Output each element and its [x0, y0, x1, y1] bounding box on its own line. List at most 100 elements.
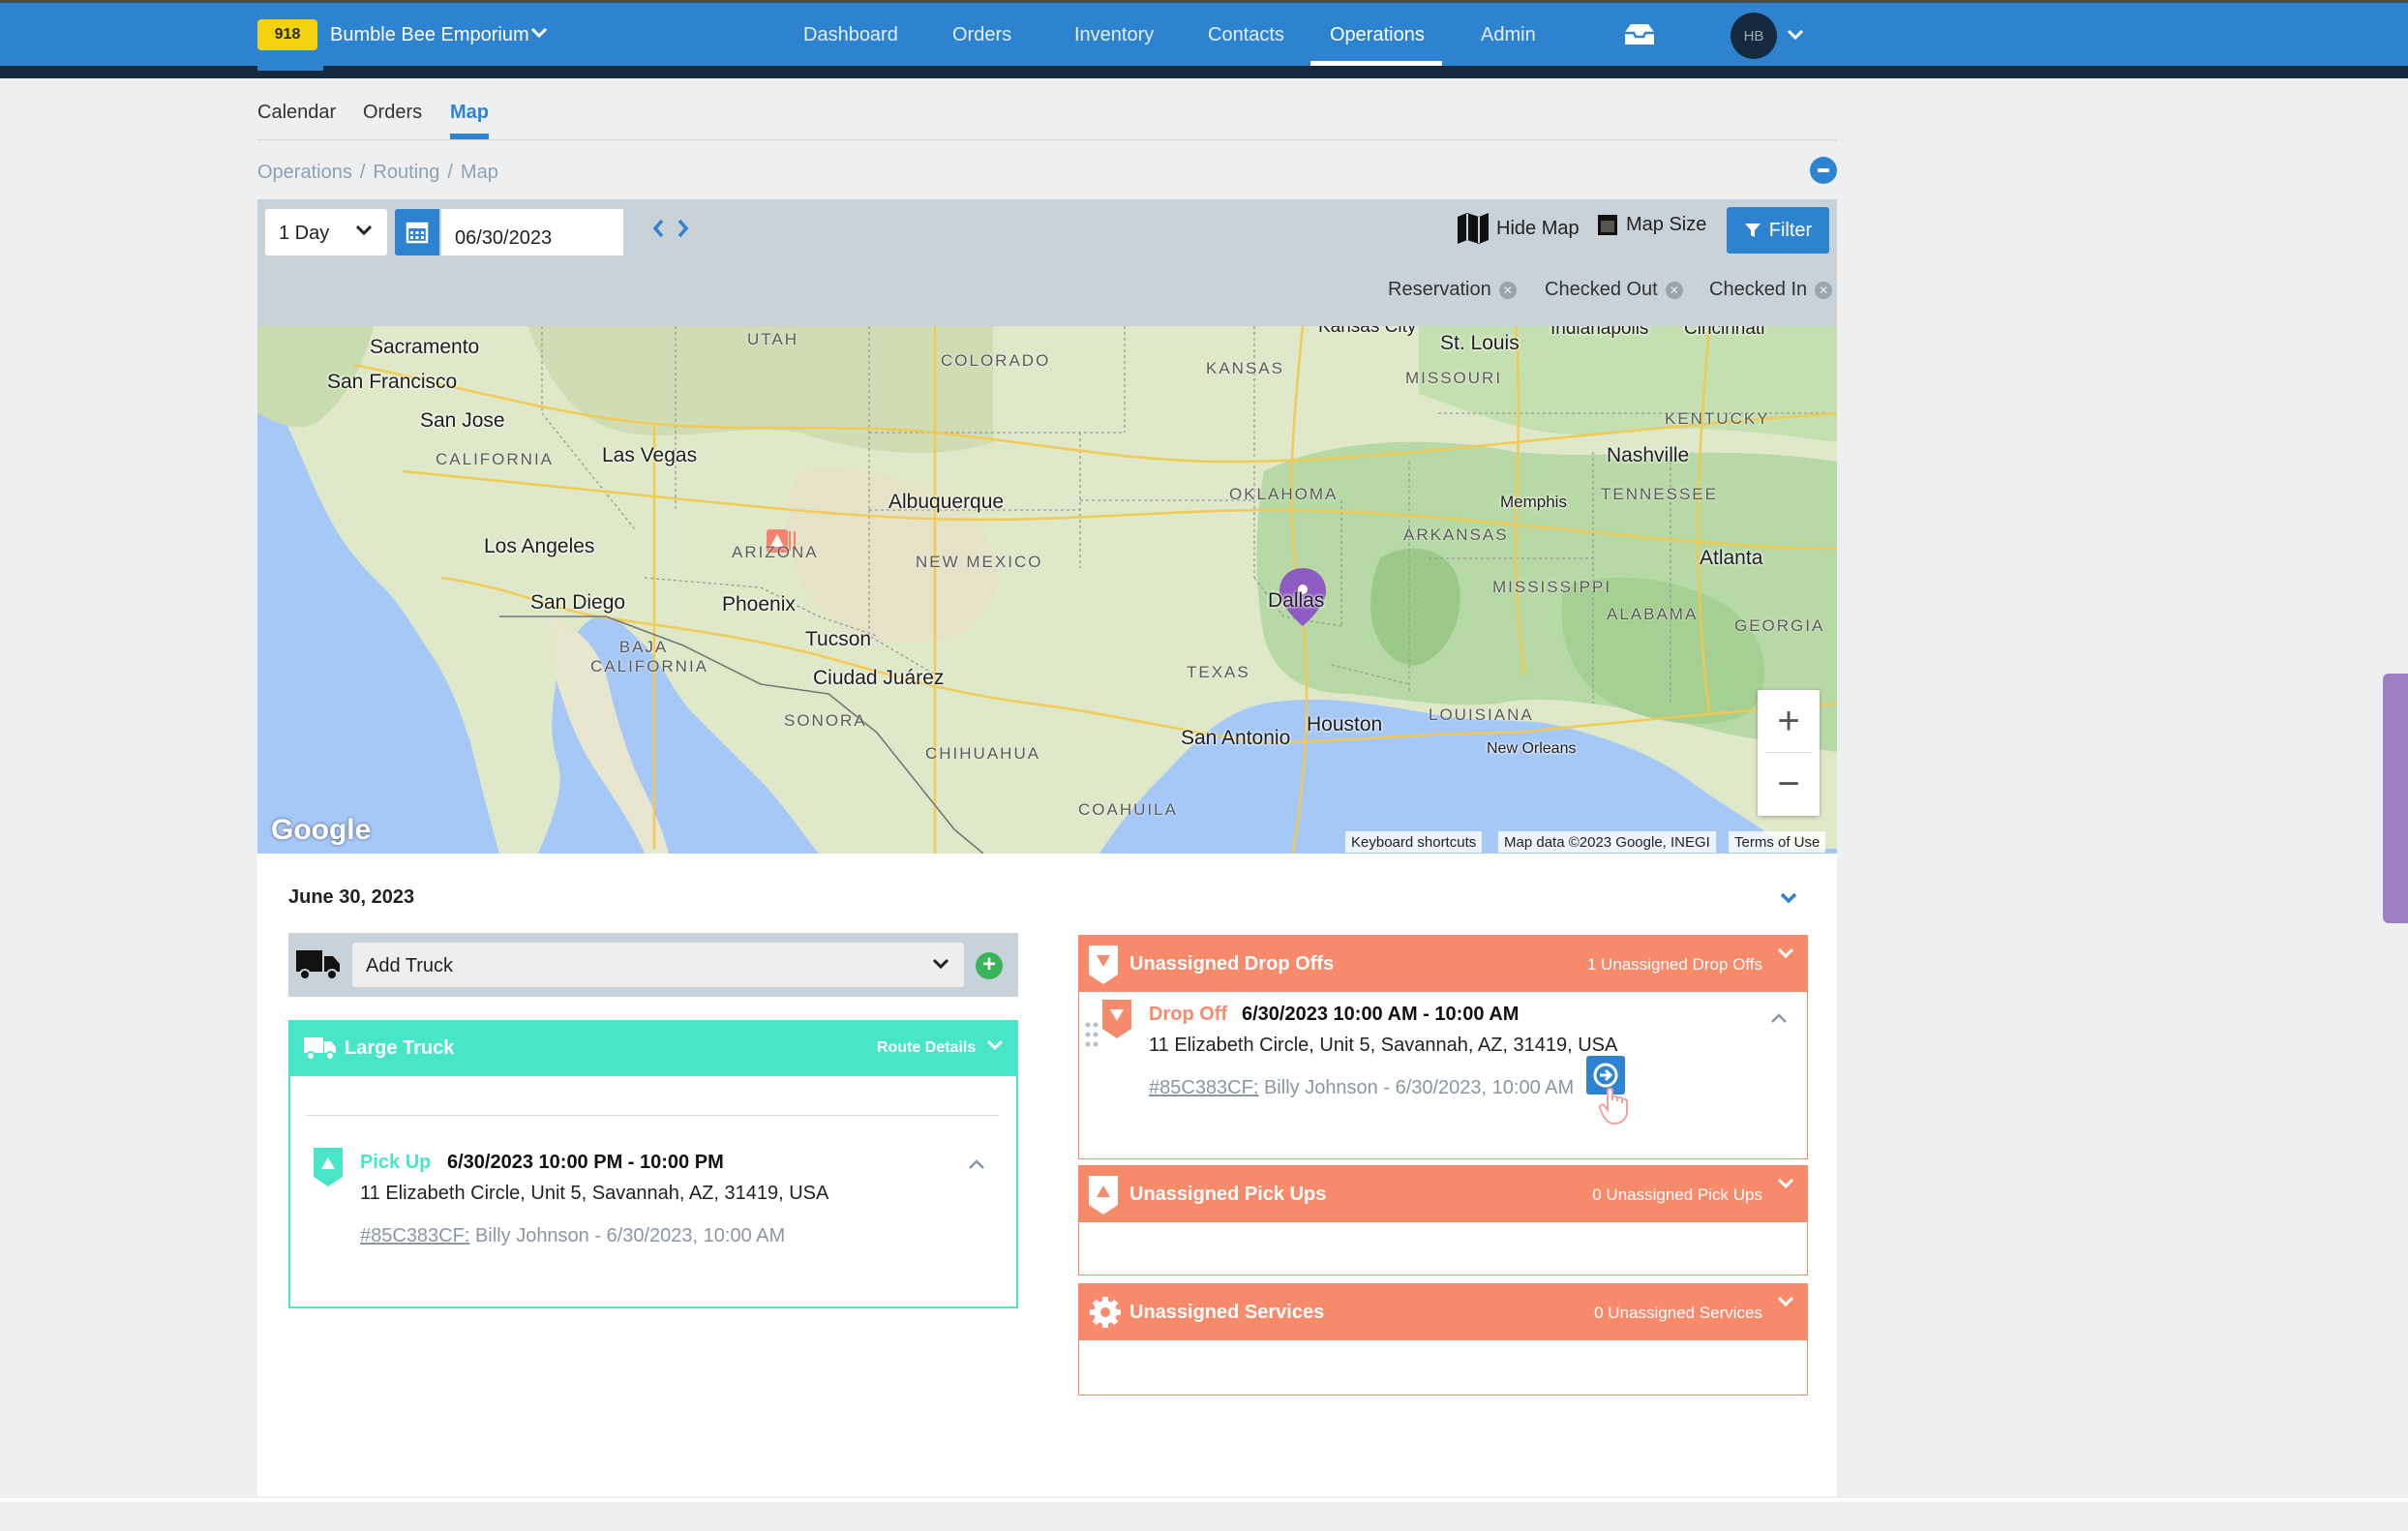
state-label: CHIHUAHUA [925, 744, 1041, 763]
stop-meta-text: Billy Johnson - 6/30/2023, 10:00 AM [469, 1225, 786, 1246]
drop-offs-title: Unassigned Drop Offs [1129, 953, 1335, 975]
chevron-down-icon[interactable] [1776, 1294, 1795, 1309]
divider [0, 1498, 2408, 1502]
tab-orders[interactable]: Orders [363, 102, 422, 124]
nav-inventory[interactable]: Inventory [1074, 24, 1154, 46]
city-label: San Jose [420, 409, 505, 432]
stop-address: 11 Elizabeth Circle, Unit 5, Savannah, A… [1149, 1035, 1618, 1056]
state-label: ARKANSAS [1403, 525, 1509, 544]
city-label: Ciudad Juárez [813, 667, 945, 689]
chip-reservation[interactable]: Reservation ✕ [1388, 279, 1517, 301]
chevron-down-icon[interactable] [1776, 1176, 1795, 1191]
map-icon [1458, 213, 1489, 244]
date-input[interactable] [441, 209, 623, 255]
add-truck-select[interactable]: Add Truck [352, 943, 964, 987]
breadcrumb-routing[interactable]: Routing [373, 162, 439, 183]
nav-operations[interactable]: Operations [1330, 24, 1425, 46]
chevron-down-icon[interactable] [985, 1037, 1005, 1053]
zoom-out-button[interactable]: − [1758, 753, 1820, 815]
store-number-badge[interactable]: 918 [257, 19, 317, 50]
nav-dashboard[interactable]: Dashboard [803, 24, 898, 46]
truck-card-header[interactable]: Large Truck Route Details [290, 1022, 1016, 1076]
remove-chip-icon[interactable]: ✕ [1498, 281, 1517, 299]
drop-off-stop[interactable]: Drop Off 6/30/2023 10:00 AM - 10:00 AM 1… [1079, 992, 1807, 1158]
city-label: Dallas [1268, 589, 1325, 612]
breadcrumb-map: Map [460, 162, 498, 183]
services-count: 0 Unassigned Services [1594, 1304, 1762, 1322]
chevron-down-icon[interactable] [530, 26, 548, 40]
state-label: COLORADO [941, 351, 1051, 370]
city-label: Tucson [805, 628, 872, 650]
tab-calendar[interactable]: Calendar [257, 102, 336, 124]
feedback-side-tab[interactable] [2383, 674, 2408, 923]
route-details-link[interactable]: Route Details [877, 1039, 976, 1057]
range-select[interactable]: 1 Day [265, 209, 387, 255]
range-select-value: 1 Day [279, 223, 330, 244]
order-link[interactable]: #85C383CF: [360, 1225, 469, 1246]
stop-type: Pick Up [360, 1152, 432, 1173]
drag-handle-icon[interactable] [1085, 1021, 1099, 1050]
next-date-icon[interactable] [676, 217, 691, 240]
chevron-down-icon[interactable] [1787, 28, 1804, 42]
chevron-up-icon[interactable] [968, 1157, 985, 1171]
state-label: ARIZONA [732, 543, 819, 561]
calendar-button[interactable] [395, 209, 439, 255]
truck-icon [296, 950, 340, 980]
unassigned-drop-offs-section: Unassigned Drop Offs 1 Unassigned Drop O… [1078, 935, 1808, 1159]
map-size-button[interactable]: Map Size [1597, 213, 1706, 236]
hand-cursor-icon [1598, 1087, 1628, 1126]
top-navigation: 918 Bumble Bee Emporium Dashboard Orders… [0, 0, 2408, 67]
route-map[interactable]: Sacramento San Francisco San Jose Las Ve… [257, 326, 1837, 854]
drop-offs-count: 1 Unassigned Drop Offs [1586, 955, 1762, 974]
nav-admin[interactable]: Admin [1481, 24, 1536, 46]
pickup-icon [1089, 1176, 1118, 1215]
resize-icon [1598, 215, 1617, 235]
stop-meta: #85C383CF: Billy Johnson - 6/30/2023, 10… [360, 1225, 785, 1247]
state-label: KANSAS [1206, 359, 1284, 377]
user-avatar[interactable]: HB [1731, 13, 1777, 59]
city-label: New Orleans [1487, 740, 1577, 757]
state-label: TEXAS [1187, 663, 1250, 681]
zoom-in-button[interactable]: + [1758, 690, 1820, 752]
state-label: LOUISIANA [1429, 705, 1534, 724]
tab-map[interactable]: Map [450, 102, 489, 124]
date-heading: June 30, 2023 [288, 886, 415, 908]
order-link[interactable]: #85C383CF: [1149, 1077, 1258, 1098]
drop-off-icon [1089, 946, 1118, 984]
chip-checked-in[interactable]: Checked In ✕ [1709, 279, 1833, 301]
nav-orders[interactable]: Orders [952, 24, 1011, 46]
nav-contacts[interactable]: Contacts [1208, 24, 1284, 46]
services-header[interactable]: Unassigned Services 0 Unassigned Service… [1079, 1284, 1807, 1340]
hide-map-button[interactable]: Hide Map [1456, 211, 1580, 246]
add-truck-button[interactable]: + [976, 952, 1003, 979]
previous-date-icon[interactable] [650, 217, 666, 240]
store-name[interactable]: Bumble Bee Emporium [330, 24, 529, 46]
breadcrumb: Operations / Routing / Map [257, 162, 498, 183]
unassigned-services-section: Unassigned Services 0 Unassigned Service… [1078, 1283, 1808, 1396]
state-label: OKLAHOMA [1229, 485, 1339, 503]
city-label: Atlanta [1700, 547, 1763, 569]
inbox-icon[interactable] [1622, 22, 1657, 47]
drop-off-icon [1102, 1000, 1131, 1038]
chevron-down-icon[interactable] [1776, 946, 1795, 961]
services-title: Unassigned Services [1129, 1302, 1325, 1323]
remove-chip-icon[interactable]: ✕ [1815, 281, 1833, 299]
truck-title: Large Truck [345, 1037, 455, 1059]
chip-checked-out[interactable]: Checked Out ✕ [1545, 279, 1683, 301]
collapse-icon[interactable] [1810, 157, 1837, 184]
chip-label: Checked In [1709, 279, 1808, 300]
breadcrumb-operations[interactable]: Operations [257, 162, 352, 183]
chevron-down-icon[interactable] [1779, 890, 1798, 906]
chevron-up-icon[interactable] [1770, 1011, 1788, 1025]
terms-of-use-link[interactable]: Terms of Use [1729, 831, 1826, 853]
drop-offs-header[interactable]: Unassigned Drop Offs 1 Unassigned Drop O… [1079, 936, 1807, 992]
state-label: ALABAMA [1607, 605, 1699, 623]
keyboard-shortcuts-link[interactable]: Keyboard shortcuts [1345, 831, 1483, 853]
filter-button[interactable]: Filter [1727, 207, 1829, 254]
chevron-down-icon [355, 225, 373, 236]
pick-ups-header[interactable]: Unassigned Pick Ups 0 Unassigned Pick Up… [1079, 1166, 1807, 1222]
state-label: TENNESSEE [1601, 485, 1718, 503]
state-label: SONORA [784, 711, 867, 730]
remove-chip-icon[interactable]: ✕ [1665, 281, 1683, 299]
city-label: Kansas City [1318, 326, 1417, 337]
